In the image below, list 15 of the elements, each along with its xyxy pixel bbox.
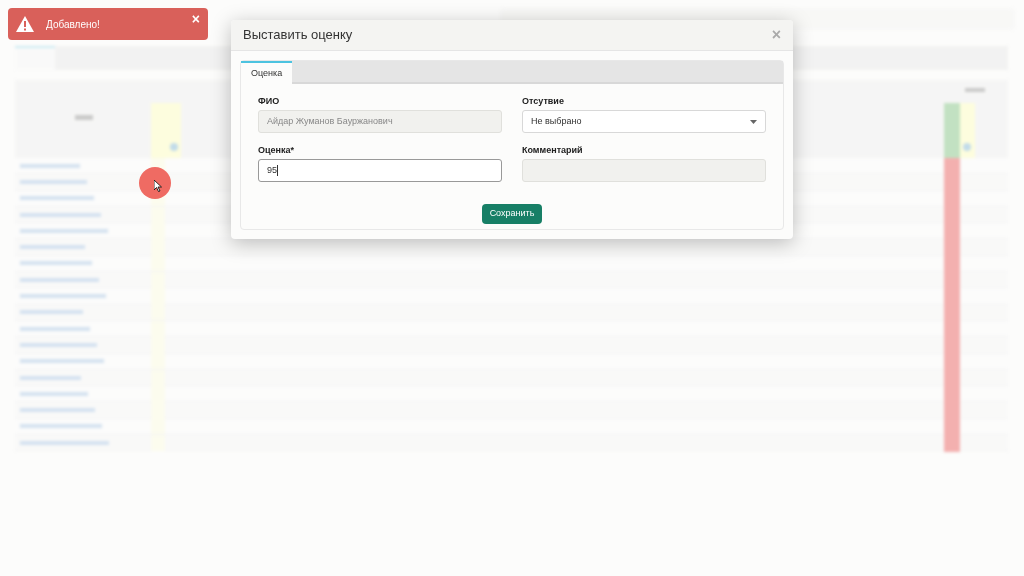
warning-icon xyxy=(16,16,34,32)
click-indicator xyxy=(139,167,171,199)
close-button[interactable]: × xyxy=(191,12,200,26)
input-field[interactable]: 95 xyxy=(258,159,502,182)
field-label: Оценка* xyxy=(258,144,295,156)
caret-icon xyxy=(750,119,757,124)
field-label: Комментарий xyxy=(522,144,584,156)
modal-title: Выставить оценку xyxy=(243,26,354,45)
field-label: Отсутвие xyxy=(522,95,565,107)
select-field[interactable]: Не выбрано xyxy=(522,110,766,133)
field-label: ФИО xyxy=(258,95,281,107)
cursor-icon xyxy=(154,180,162,192)
tab[interactable]: Оценка xyxy=(241,61,293,85)
toast-message: Добавлено! xyxy=(46,17,101,32)
save-button[interactable]: Сохранить xyxy=(481,204,543,224)
